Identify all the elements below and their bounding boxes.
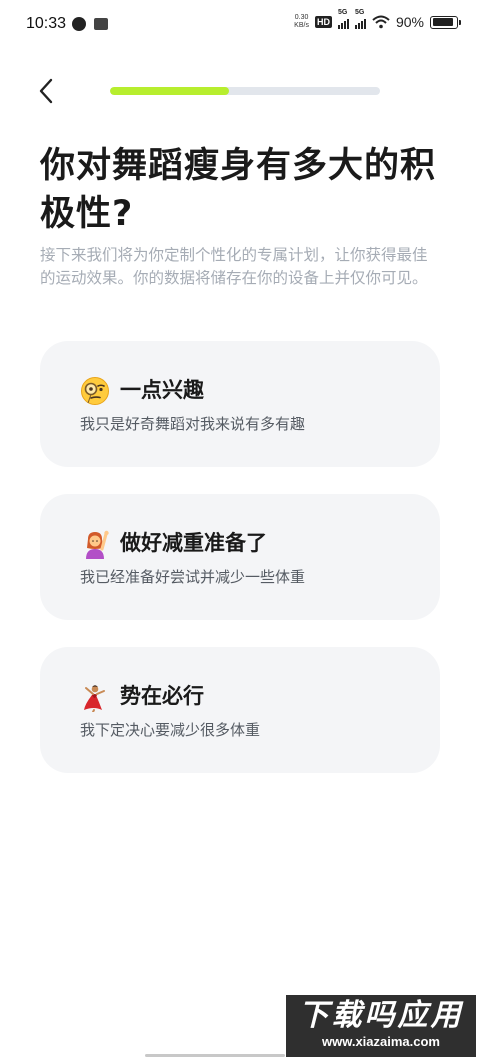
hd-voice-icon: HD [314, 16, 332, 28]
dancer-icon [84, 685, 105, 712]
battery-level-fill [432, 18, 454, 26]
option-title: 势在必行 [120, 684, 204, 708]
option-description: 我下定决心要减少很多体重 [80, 721, 261, 739]
network-speed: 0.30 KB/s [294, 14, 309, 30]
option-determined[interactable]: 势在必行 我下定决心要减少很多体重 [40, 647, 440, 773]
option-description: 我只是好奇舞蹈对我来说有多有趣 [80, 415, 306, 433]
page-title: 你对舞蹈瘦身有多大的积极性? [40, 146, 437, 234]
face-with-monocle-icon [81, 377, 109, 405]
quiz-progress-bar [110, 87, 380, 95]
signal-sim2-icon: 5G [354, 9, 366, 29]
app-notification-icon [94, 18, 108, 30]
option-title: 做好减重准备了 [120, 531, 267, 555]
flame-notification-icon [72, 17, 86, 31]
watermark-logo: 下载吗应用 www.xiazaima.com [286, 995, 476, 1057]
status-right-group: 0.30 KB/s HD 5G 5G 90% [294, 9, 461, 30]
signal-sim1-icon: 5G [337, 9, 349, 29]
page-subtitle: 接下来我们将为你定制个性化的专属计划，让你获得最佳的运动效果。你的数据将储存在你… [40, 246, 428, 287]
back-arrow-icon[interactable] [32, 76, 62, 106]
sim2-network-label: 5G [354, 9, 365, 16]
network-speed-unit: KB/s [294, 22, 309, 29]
home-indicator[interactable] [145, 1054, 285, 1057]
option-ready-to-lose-weight[interactable]: 做好减重准备了 我已经准备好尝试并减少一些体重 [40, 494, 440, 620]
watermark-title: 下载吗应用 [298, 998, 464, 1033]
person-raising-hand-icon [86, 530, 109, 559]
battery-icon [430, 15, 461, 29]
sim1-network-label: 5G [337, 9, 348, 16]
network-speed-value: 0.30 [294, 14, 309, 21]
option-description: 我已经准备好尝试并减少一些体重 [80, 568, 306, 586]
quiz-progress-fill [110, 87, 229, 95]
option-title: 一点兴趣 [120, 378, 204, 402]
wifi-icon [372, 15, 390, 29]
watermark-url: www.xiazaima.com [321, 1034, 440, 1049]
status-bar: 10:33 0.30 KB/s HD 5G 5G 90% [0, 0, 480, 52]
battery-percent: 90% [395, 14, 424, 30]
option-a-little-interest[interactable]: 一点兴趣 我只是好奇舞蹈对我来说有多有趣 [40, 341, 440, 467]
status-time: 10:33 [26, 15, 67, 32]
